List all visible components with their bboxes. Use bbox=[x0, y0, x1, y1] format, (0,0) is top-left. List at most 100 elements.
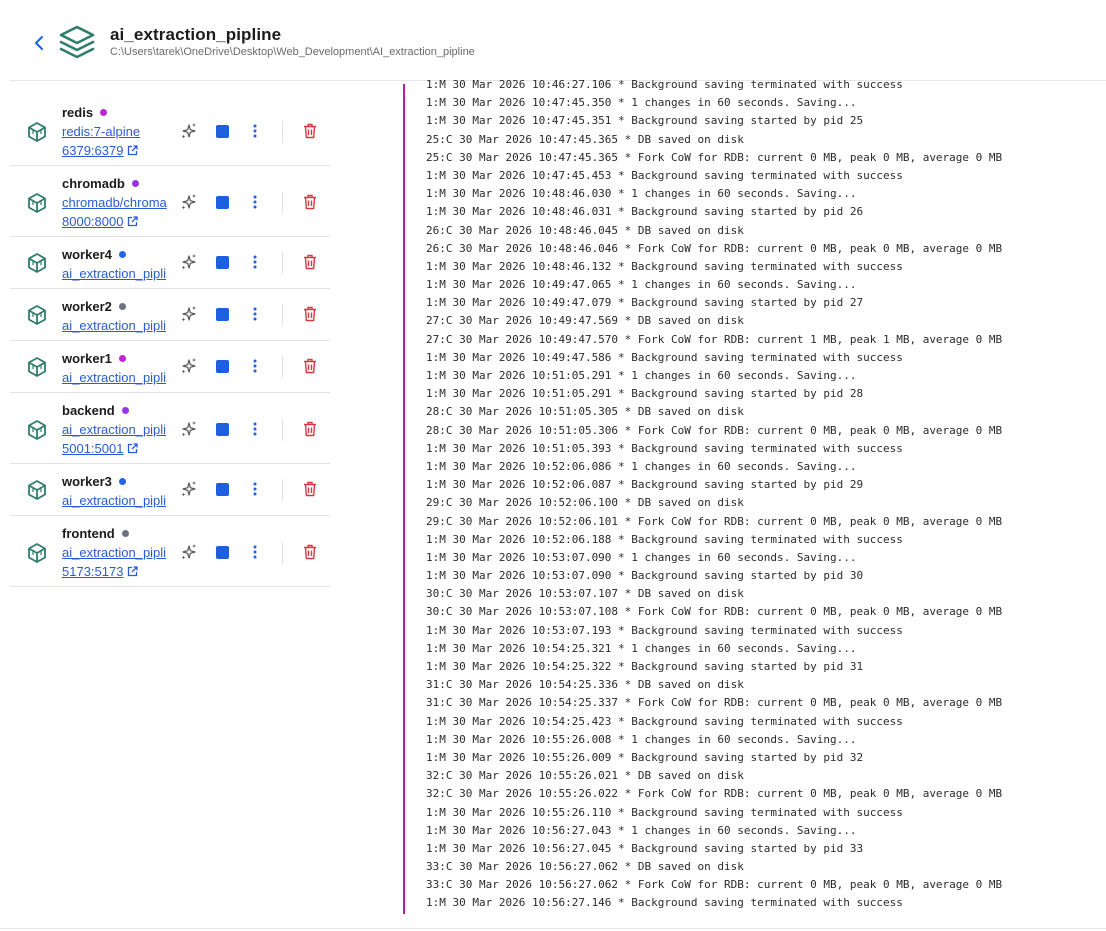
action-separator bbox=[282, 252, 283, 274]
more-options-button[interactable] bbox=[250, 253, 260, 271]
delete-button[interactable] bbox=[302, 480, 318, 498]
port-link[interactable]: 6379:6379 bbox=[62, 143, 139, 158]
more-options-button[interactable] bbox=[250, 420, 260, 438]
stop-icon bbox=[215, 307, 229, 321]
port-text: 8000:8000 bbox=[62, 214, 124, 229]
stop-button[interactable] bbox=[215, 482, 229, 496]
stop-button[interactable] bbox=[215, 307, 229, 321]
container-name-wrap: backend bbox=[62, 403, 129, 418]
container-cube-icon bbox=[28, 420, 46, 440]
log-line: 25:C 30 Mar 2026 10:47:45.365 * Fork CoW… bbox=[426, 150, 1003, 164]
image-link[interactable]: ai_extraction_pipli bbox=[62, 266, 170, 281]
more-options-button[interactable] bbox=[250, 193, 260, 211]
ai-actions-button[interactable] bbox=[180, 193, 198, 211]
log-line: 1:M 30 Mar 2026 10:52:06.188 * Backgroun… bbox=[426, 532, 903, 546]
status-dot bbox=[100, 109, 108, 116]
stop-button[interactable] bbox=[215, 545, 229, 559]
stop-button[interactable] bbox=[215, 124, 229, 138]
sparkles-icon bbox=[181, 358, 196, 374]
ai-actions-button[interactable] bbox=[180, 543, 198, 561]
delete-button[interactable] bbox=[302, 543, 318, 561]
log-line: 1:M 30 Mar 2026 10:55:26.110 * Backgroun… bbox=[426, 805, 903, 819]
delete-button[interactable] bbox=[302, 420, 318, 438]
trash-icon bbox=[304, 358, 316, 374]
port-link[interactable]: 8000:8000 bbox=[62, 214, 139, 229]
stop-button[interactable] bbox=[215, 255, 229, 269]
image-link[interactable]: ai_extraction_pipli bbox=[62, 422, 170, 437]
stop-button[interactable] bbox=[215, 359, 229, 373]
container-name: backend bbox=[62, 403, 115, 418]
status-dot bbox=[121, 407, 129, 414]
stop-button[interactable] bbox=[215, 422, 229, 436]
ai-actions-button[interactable] bbox=[180, 480, 198, 498]
action-separator bbox=[282, 419, 283, 441]
sparkles-icon bbox=[181, 254, 196, 270]
container-name: worker4 bbox=[62, 247, 112, 262]
log-line: 27:C 30 Mar 2026 10:49:47.569 * DB saved… bbox=[426, 314, 744, 328]
container-name-wrap: worker3 bbox=[62, 474, 126, 489]
ai-actions-button[interactable] bbox=[180, 122, 198, 140]
log-line: 1:M 30 Mar 2026 10:56:27.146 * Backgroun… bbox=[426, 896, 903, 910]
log-line: 1:M 30 Mar 2026 10:51:05.291 * Backgroun… bbox=[426, 387, 864, 401]
ai-actions-button[interactable] bbox=[180, 253, 198, 271]
more-options-button[interactable] bbox=[250, 122, 260, 140]
status-dot bbox=[118, 251, 126, 258]
external-link-icon bbox=[128, 216, 139, 227]
log-line: 1:M 30 Mar 2026 10:54:25.322 * Backgroun… bbox=[426, 660, 864, 673]
image-link[interactable]: ai_extraction_pipli bbox=[62, 545, 170, 560]
sparkles-icon bbox=[181, 306, 196, 322]
log-line: 28:C 30 Mar 2026 10:51:05.306 * Fork CoW… bbox=[426, 423, 1003, 437]
log-viewer[interactable]: 1:M 30 Mar 2026 10:46:27.106 * Backgroun… bbox=[426, 76, 1096, 916]
sparkles-icon bbox=[181, 123, 196, 139]
external-link-icon bbox=[128, 443, 139, 454]
trash-icon bbox=[304, 544, 316, 560]
container-name-wrap: redis bbox=[62, 105, 108, 120]
sparkles-icon bbox=[181, 194, 196, 210]
delete-button[interactable] bbox=[302, 305, 318, 323]
project-title: ai_extraction_pipline bbox=[110, 25, 282, 44]
more-vertical-icon bbox=[253, 359, 257, 373]
more-vertical-icon bbox=[253, 255, 257, 269]
image-link[interactable]: redis:7-alpine bbox=[62, 124, 170, 139]
image-link[interactable]: chromadb/chroma bbox=[62, 195, 170, 210]
container-cube-icon bbox=[28, 122, 46, 142]
ai-actions-button[interactable] bbox=[180, 305, 198, 323]
container-row-worker4: worker4 ai_extraction_pipli bbox=[10, 237, 330, 289]
log-line: 1:M 30 Mar 2026 10:48:46.030 * 1 changes… bbox=[426, 187, 857, 201]
log-line: 31:C 30 Mar 2026 10:54:25.336 * DB saved… bbox=[426, 678, 744, 692]
image-link[interactable]: ai_extraction_pipli bbox=[62, 370, 170, 385]
log-line: 1:M 30 Mar 2026 10:55:26.009 * Backgroun… bbox=[426, 750, 864, 764]
more-options-button[interactable] bbox=[250, 357, 260, 375]
header: ai_extraction_pipline C:\Users\tarek\One… bbox=[0, 0, 1106, 80]
ai-actions-button[interactable] bbox=[180, 420, 198, 438]
log-line: 1:M 30 Mar 2026 10:47:45.350 * 1 changes… bbox=[426, 96, 857, 110]
ai-actions-button[interactable] bbox=[180, 357, 198, 375]
more-options-button[interactable] bbox=[250, 480, 260, 498]
delete-button[interactable] bbox=[302, 122, 318, 140]
log-line: 1:M 30 Mar 2026 10:49:47.079 * Backgroun… bbox=[426, 296, 864, 310]
port-link[interactable]: 5173:5173 bbox=[62, 564, 139, 579]
delete-button[interactable] bbox=[302, 357, 318, 375]
container-name-wrap: worker1 bbox=[62, 351, 126, 366]
status-dot bbox=[118, 303, 126, 310]
log-line: 29:C 30 Mar 2026 10:52:06.101 * Fork CoW… bbox=[426, 514, 1003, 528]
action-separator bbox=[282, 479, 283, 501]
stop-button[interactable] bbox=[215, 195, 229, 209]
image-link[interactable]: ai_extraction_pipli bbox=[62, 318, 170, 333]
log-line: 1:M 30 Mar 2026 10:48:46.132 * Backgroun… bbox=[426, 259, 903, 273]
image-link[interactable]: ai_extraction_pipli bbox=[62, 493, 170, 508]
log-line: 26:C 30 Mar 2026 10:48:46.046 * Fork CoW… bbox=[426, 241, 1003, 255]
back-button[interactable] bbox=[28, 30, 50, 56]
log-line: 1:M 30 Mar 2026 10:56:27.045 * Backgroun… bbox=[426, 841, 864, 855]
more-options-button[interactable] bbox=[250, 305, 260, 323]
delete-button[interactable] bbox=[302, 253, 318, 271]
trash-icon bbox=[304, 421, 316, 437]
port-link[interactable]: 5001:5001 bbox=[62, 441, 139, 456]
log-line: 30:C 30 Mar 2026 10:53:07.107 * DB saved… bbox=[426, 587, 744, 601]
status-dot bbox=[131, 180, 139, 187]
sparkles-icon bbox=[181, 544, 196, 560]
more-options-button[interactable] bbox=[250, 543, 260, 561]
log-line: 31:C 30 Mar 2026 10:54:25.337 * Fork CoW… bbox=[426, 696, 1003, 710]
more-vertical-icon bbox=[253, 482, 257, 496]
delete-button[interactable] bbox=[302, 193, 318, 211]
